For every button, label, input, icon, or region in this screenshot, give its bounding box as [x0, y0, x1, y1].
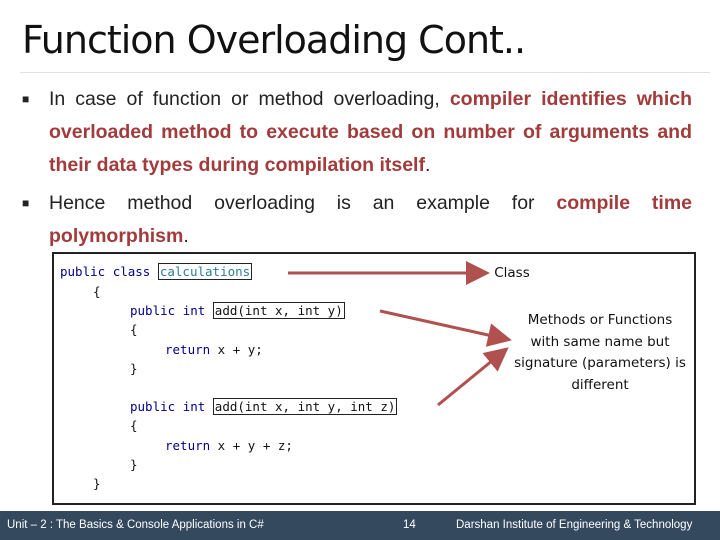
- page-number: 14: [403, 519, 416, 531]
- methods-label: Methods or Functions with same name but …: [514, 312, 686, 393]
- arrows: [288, 261, 512, 407]
- method-arrow-2: [437, 347, 509, 407]
- class-label: Class: [494, 265, 530, 281]
- method-arrow-1: [379, 309, 512, 347]
- footer-unit: Unit – 2 : The Basics & Console Applicat…: [7, 519, 264, 531]
- footer-institute: Darshan Institute of Engineering & Techn…: [456, 519, 693, 531]
- footer-bar: Unit – 2 : The Basics & Console Applicat…: [0, 511, 720, 540]
